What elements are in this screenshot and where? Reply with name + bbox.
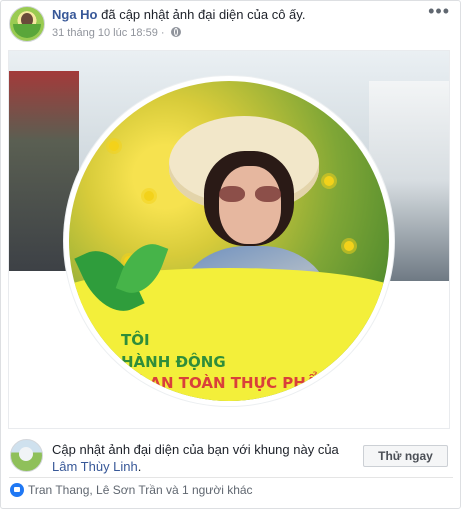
- frame-promo-text: Cập nhật ảnh đại diện của bạn với khung …: [52, 441, 352, 475]
- like-icon: [10, 483, 24, 497]
- flower-decoration: [109, 141, 119, 151]
- flower-decoration: [144, 191, 154, 201]
- banner-line-2: HÀNH ĐỘNG: [121, 353, 226, 371]
- promo-period: .: [137, 459, 142, 474]
- globe-icon[interactable]: [170, 27, 181, 37]
- banner-line-3: VÌ AN TOÀN THỰC PHẨM: [127, 374, 333, 392]
- post-header: Nga Ho đã cập nhật ảnh đại diện của cô ấ…: [52, 7, 305, 23]
- more-options-icon[interactable]: •••: [428, 2, 450, 20]
- reactions-summary[interactable]: Tran Thang, Lê Sơn Trần và 1 người khác: [28, 483, 253, 497]
- profile-photo[interactable]: TÔI HÀNH ĐỘNG VÌ AN TOÀN THỰC PHẨM: [8, 50, 450, 429]
- banner-line-1: TÔI: [121, 331, 150, 349]
- frame-preview-thumbnail[interactable]: [10, 439, 43, 472]
- divider: [9, 477, 453, 478]
- post-timestamp[interactable]: 31 tháng 10 lúc 18:59: [52, 27, 158, 39]
- meta-separator: ·: [160, 27, 165, 39]
- profile-picture-circle: TÔI HÀNH ĐỘNG VÌ AN TOÀN THỰC PHẨM: [69, 81, 389, 401]
- author-avatar[interactable]: [9, 6, 45, 42]
- post-action-text: đã cập nhật ảnh đại diện của cô ấy.: [101, 7, 306, 22]
- face-shape: [219, 166, 281, 244]
- author-name[interactable]: Nga Ho: [52, 7, 98, 22]
- post-card: Nga Ho đã cập nhật ảnh đại diện của cô ấ…: [0, 0, 461, 509]
- flower-decoration: [344, 241, 354, 251]
- frame-creator-link[interactable]: Lâm Thùy Linh: [52, 459, 138, 474]
- flower-decoration: [324, 176, 334, 186]
- sunglasses-shape: [219, 186, 281, 204]
- try-now-button[interactable]: Thử ngay: [363, 445, 448, 467]
- frame-promo-message: Cập nhật ảnh đại diện của bạn với khung …: [52, 442, 339, 457]
- post-meta: 31 tháng 10 lúc 18:59 ·: [52, 26, 181, 40]
